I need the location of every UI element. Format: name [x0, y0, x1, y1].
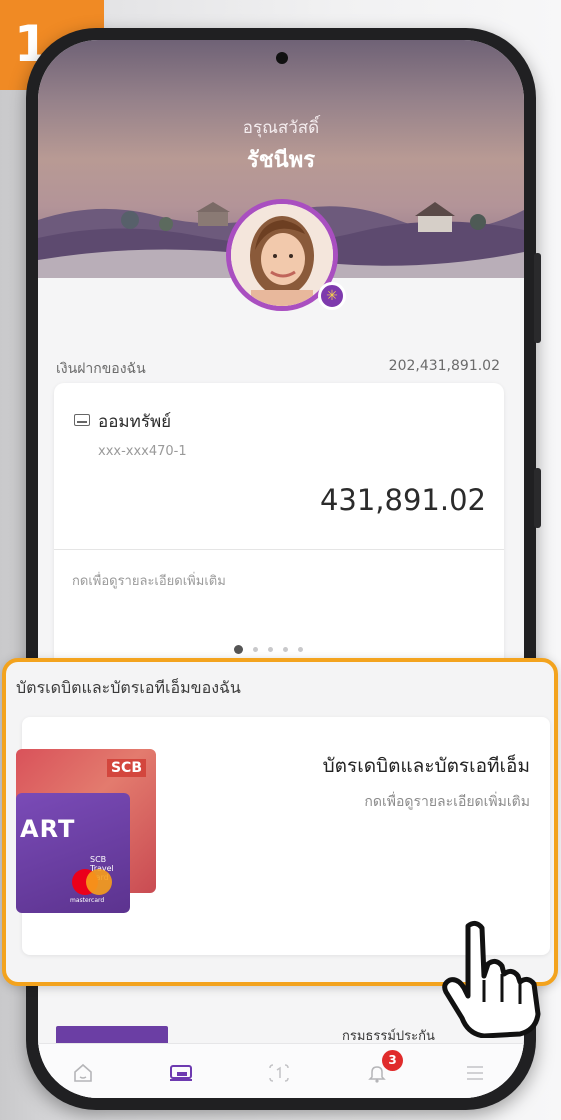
menu-icon [467, 1066, 483, 1080]
nav-menu[interactable] [460, 1060, 490, 1086]
savings-account-card[interactable]: ออมทรัพย์ xxx-xxx470-1 431,891.02 กดเพื่… [54, 383, 504, 667]
divider [54, 549, 504, 550]
account-number: xxx-xxx470-1 [98, 444, 187, 459]
carousel-pager[interactable] [234, 645, 303, 654]
account-icon [170, 1065, 192, 1081]
scan-icon [269, 1064, 289, 1082]
card-network-label: mastercard [70, 897, 105, 904]
card-corner-text: SA [136, 899, 163, 920]
front-camera [276, 52, 288, 64]
avatar-status-icon: ✳ [318, 282, 346, 310]
deposits-total: 202,431,891.02 [388, 358, 500, 374]
notification-badge: 3 [382, 1050, 403, 1071]
travel-card-image: ART SCB Travel Card mastercard [16, 793, 130, 913]
pager-dot[interactable] [298, 647, 303, 652]
deposits-section-label: เงินฝากของฉัน [56, 361, 146, 377]
volume-button [534, 253, 541, 343]
home-icon [74, 1063, 92, 1082]
pager-dot[interactable] [283, 647, 288, 652]
greeting-text: อรุณสวัสดิ์ [242, 118, 320, 138]
bottom-navigation: 3 [38, 1043, 524, 1098]
power-button [534, 468, 541, 528]
nav-scan[interactable] [264, 1060, 294, 1086]
mastercard-logo-icon [72, 869, 112, 895]
pager-dot-active[interactable] [234, 645, 243, 654]
tap-hand-icon [442, 920, 541, 1038]
debit-card-title: บัตรเดบิตและบัตรเอทีเอ็ม [322, 755, 530, 777]
debit-section-label: บัตรเดบิตและบัตรเอทีเอ็มของฉัน [16, 678, 241, 697]
pager-dot[interactable] [268, 647, 273, 652]
debit-card-more-link[interactable]: กดเพื่อดูรายละเอียดเพิ่มเติม [364, 791, 530, 813]
account-balance: 431,891.02 [319, 483, 486, 517]
account-type: ออมทรัพย์ [98, 412, 172, 432]
nav-accounts[interactable] [166, 1060, 196, 1086]
nav-home[interactable] [68, 1060, 98, 1086]
user-name: รัชนีพร [246, 148, 316, 173]
wallet-icon [74, 414, 90, 426]
card-art-text: ART [20, 815, 76, 843]
account-more-link[interactable]: กดเพื่อดูรายละเอียดเพิ่มเติม [72, 570, 226, 591]
pager-dot[interactable] [253, 647, 258, 652]
scb-logo: SCB [106, 759, 146, 777]
